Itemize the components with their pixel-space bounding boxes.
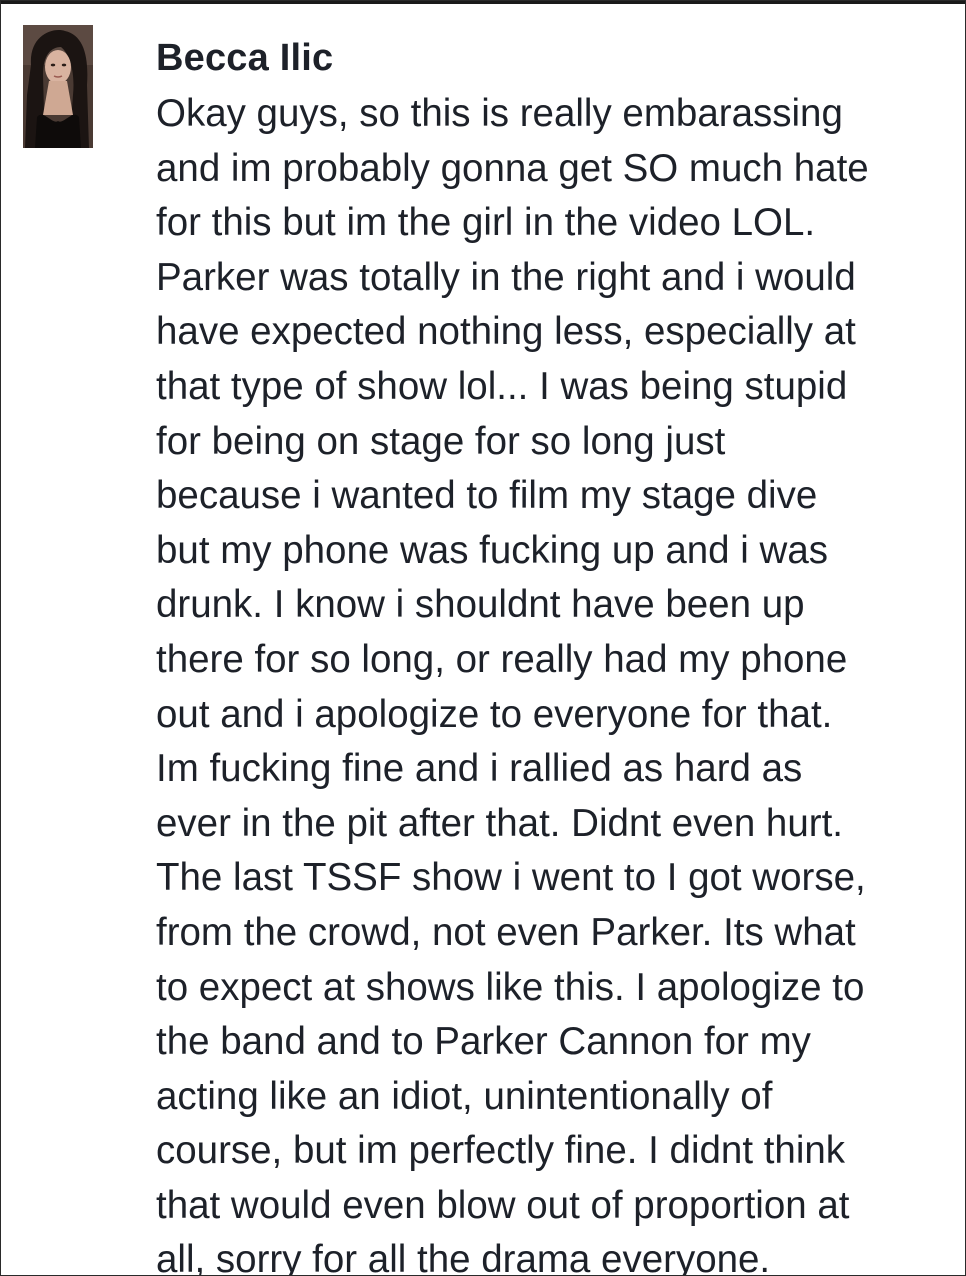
comment-line: but my phone was fucking up and i was: [156, 528, 829, 572]
comment-line: Im fucking fine and i rallied as hard as: [156, 747, 803, 791]
profile-photo-icon: [23, 25, 93, 148]
comment-line: because i wanted to film my stage dive: [156, 474, 818, 518]
comment-line: Okay guys, so this is really embarassing: [156, 92, 843, 135]
comment-line: all, sorry for all the drama everyone.: [156, 1238, 771, 1276]
top-border: [1, 1, 965, 4]
comment-body: Okay guys, so this is really embarassing…: [156, 87, 956, 1276]
comment-line: have expected nothing less, especially a…: [156, 310, 856, 354]
comment-line: out and i apologize to everyone for that…: [156, 692, 833, 736]
avatar[interactable]: [23, 25, 93, 148]
comment-line: the band and to Parker Cannon for my: [156, 1020, 811, 1064]
comment-line: ever in the pit after that. Didnt even h…: [156, 801, 843, 845]
comment-line: to expect at shows like this. I apologiz…: [156, 965, 865, 1009]
comment-line: Parker was totally in the right and i wo…: [156, 255, 856, 299]
comment-line: The last TSSF show i went to I got worse…: [156, 856, 866, 900]
comment-line: for this but im the girl in the video LO…: [156, 201, 816, 245]
comment-line: and im probably gonna get SO much hate: [156, 146, 869, 190]
comment-line: from the crowd, not even Parker. Its wha…: [156, 910, 856, 954]
comment-card: Becca Ilic Okay guys, so this is really …: [0, 0, 966, 1276]
comment-line: for being on stage for so long just: [156, 419, 726, 463]
comment-line: that type of show lol... I was being stu…: [156, 364, 848, 408]
author-name[interactable]: Becca Ilic: [156, 37, 333, 80]
comment-line: acting like an idiot, unintentionally of: [156, 1074, 773, 1118]
comment-line: drunk. I know i shouldnt have been up: [156, 583, 805, 627]
comment-line: there for so long, or really had my phon…: [156, 637, 848, 681]
comment-line: that would even blow out of proportion a…: [156, 1183, 850, 1227]
comment-line: course, but im perfectly fine. I didnt t…: [156, 1129, 846, 1173]
